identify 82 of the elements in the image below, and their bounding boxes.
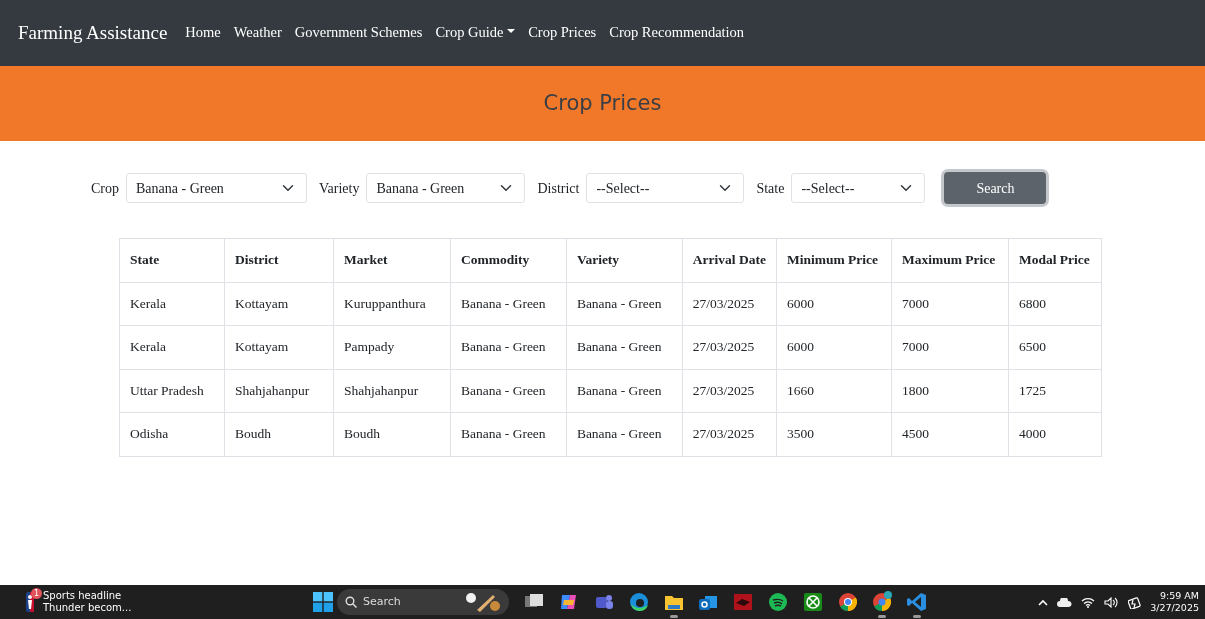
table-cell: Kerala [119, 325, 225, 369]
nav-link[interactable]: Weather [233, 22, 282, 44]
clock-date[interactable]: 3/27/2025 [1150, 602, 1199, 614]
game-icon[interactable] [801, 591, 824, 613]
brand-link[interactable]: Farming Assistance [18, 18, 168, 48]
select-field[interactable]: --Select-- [586, 173, 745, 203]
table-cell: Kottayam [224, 325, 334, 369]
field-label: District [537, 179, 580, 198]
table-cell: Banana - Green [450, 325, 567, 369]
table-cell: Banana - Green [566, 369, 683, 413]
wifi-icon[interactable] [1081, 596, 1096, 608]
table-cell: 6800 [1008, 282, 1102, 326]
table-cell: Shahjahanpur [224, 369, 334, 413]
table-cell: 6000 [776, 325, 892, 369]
select-field[interactable]: Banana - Green [126, 173, 307, 203]
table-cell: Pampady [333, 325, 451, 369]
widget-headline[interactable]: Sports headline [43, 590, 132, 602]
select-field[interactable]: Banana - Green [366, 173, 526, 203]
column-header: Variety [566, 238, 683, 282]
table-cell: 6000 [776, 282, 892, 326]
table-cell: 7000 [891, 282, 1009, 326]
table-cell: 3500 [776, 412, 892, 456]
table-cell: 27/03/2025 [682, 282, 777, 326]
table-cell: Uttar Pradesh [119, 369, 225, 413]
select-field[interactable]: --Select-- [791, 173, 926, 203]
browser-icon[interactable] [836, 591, 859, 613]
field-label: Variety [319, 179, 360, 198]
table-cell: 7000 [891, 325, 1009, 369]
table-cell: 27/03/2025 [682, 369, 777, 413]
table-cell: Banana - Green [450, 369, 567, 413]
table-cell: 4500 [891, 412, 1009, 456]
music-icon[interactable] [766, 591, 789, 613]
browser-icon[interactable] [627, 591, 650, 613]
basketball-player-icon[interactable] [25, 592, 35, 612]
table-cell: Kuruppanthura [333, 282, 451, 326]
table-cell: Shahjahanpur [333, 369, 451, 413]
start-icon[interactable] [313, 592, 333, 612]
table-cell: Banana - Green [450, 412, 567, 456]
column-header: Minimum Price [776, 238, 892, 282]
cloud-icon[interactable] [1057, 597, 1073, 607]
column-header: Arrival Date [682, 238, 777, 282]
table-cell: Banana - Green [566, 325, 683, 369]
field-label: Crop [91, 179, 119, 198]
column-header: Maximum Price [891, 238, 1009, 282]
column-header: State [119, 238, 225, 282]
search-field[interactable]: Search [337, 589, 509, 615]
browser-icon[interactable] [871, 591, 894, 613]
table-cell: Kottayam [224, 282, 334, 326]
column-header: Market [333, 238, 451, 282]
code-editor-icon[interactable] [906, 591, 929, 613]
nav-link[interactable]: Government Schemes [294, 22, 423, 44]
table-cell: Banana - Green [450, 282, 567, 326]
clock-time[interactable]: 9:59 AM [1150, 590, 1199, 602]
chevron-up-icon[interactable] [1038, 598, 1049, 606]
table-cell: 27/03/2025 [682, 412, 777, 456]
table-cell: Banana - Green [566, 282, 683, 326]
table-cell: 1660 [776, 369, 892, 413]
baseball-bat-icon [465, 592, 501, 612]
column-header: District [224, 238, 334, 282]
widget-text[interactable]: Thunder becom... [43, 602, 132, 614]
nav-link[interactable]: Crop Prices [528, 22, 597, 44]
table-cell: 4000 [1008, 412, 1102, 456]
column-header: Modal Price [1008, 238, 1102, 282]
dropdown-link[interactable]: Crop Guide [435, 22, 516, 44]
table-cell: Boudh [224, 412, 334, 456]
field-label: State [756, 179, 785, 198]
nav-link[interactable]: Crop Recommendation [609, 22, 745, 44]
table-cell: Boudh [333, 412, 451, 456]
table-cell: 1800 [891, 369, 1009, 413]
notification-badge: 1 [31, 588, 42, 599]
column-header: Commodity [450, 238, 567, 282]
table-cell: 27/03/2025 [682, 325, 777, 369]
table-cell: 6500 [1008, 325, 1102, 369]
nav-link[interactable]: Home [185, 22, 221, 44]
table-cell: Kerala [119, 282, 225, 326]
table-cell: 1725 [1008, 369, 1102, 413]
page-title: Crop Prices [543, 90, 662, 117]
search-icon [345, 596, 357, 608]
table-cell: Banana - Green [566, 412, 683, 456]
table-cell: Odisha [119, 412, 225, 456]
search-button[interactable]: Search [944, 172, 1047, 204]
speaker-icon[interactable] [1104, 596, 1120, 608]
